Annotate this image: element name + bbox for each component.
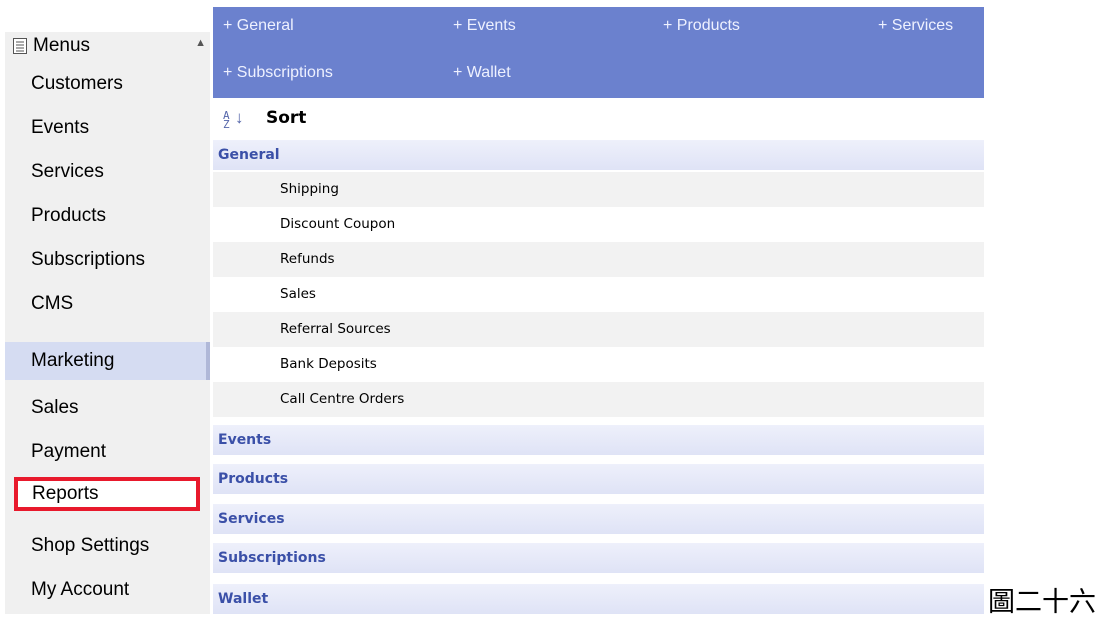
report-list-panel: AZ ↓ Sort General Shipping Discount Coup… [213,98,984,614]
menu-item-events[interactable]: Events [5,106,210,150]
report-label: Bank Deposits [280,356,377,372]
report-bank-deposits[interactable]: Bank Deposits [213,347,984,382]
nav-link-services[interactable]: + Services [878,17,953,35]
report-shipping[interactable]: Shipping [213,172,984,207]
nav-link-products[interactable]: + Products [663,17,740,35]
menu-item-services[interactable]: Services [5,150,210,194]
nav-link-general[interactable]: + General [223,17,294,35]
report-label: Shipping [280,181,339,197]
menu-item-label: Shop Settings [31,535,150,556]
figure-caption: 圖二十六 [988,587,1096,618]
menu-item-label: Subscriptions [31,249,146,270]
report-referral-sources[interactable]: Referral Sources [213,312,984,347]
nav-link-wallet[interactable]: + Wallet [453,64,511,82]
report-label: Call Centre Orders [280,391,405,407]
menu-item-label: My Account [31,579,130,600]
menu-item-label: Events [31,117,90,138]
category-events[interactable]: Events [213,425,984,455]
menu-item-label: Payment [31,441,106,462]
menu-item-label: Marketing [31,350,115,371]
menu-item-customers[interactable]: Customers [5,62,210,106]
menu-item-products[interactable]: Products [5,194,210,238]
menu-item-shop-settings[interactable]: Shop Settings [5,524,210,568]
menu-title: Menus [33,35,91,56]
sort-arrow-icon: ↓ [235,108,244,127]
menu-item-label: Products [31,205,106,226]
category-label: General [218,147,280,163]
menu-item-label: CMS [31,293,74,314]
menu-list-icon [13,38,27,54]
category-services[interactable]: Services [213,504,984,534]
category-label: Services [218,511,285,527]
category-label: Wallet [218,591,269,607]
report-label: Refunds [280,251,335,267]
category-general[interactable]: General [213,140,984,170]
collapse-up-icon[interactable]: ▲ [195,37,206,49]
report-label: Discount Coupon [280,216,396,232]
menu-item-cms[interactable]: CMS [5,282,210,326]
menu-item-label: Services [31,161,104,182]
report-refunds[interactable]: Refunds [213,242,984,277]
category-subscriptions[interactable]: Subscriptions [213,543,984,573]
menu-item-subscriptions[interactable]: Subscriptions [5,238,210,282]
menu-item-label: Customers [31,73,123,94]
sort-label: Sort [266,108,307,128]
nav-link-events[interactable]: + Events [453,17,516,35]
nav-link-subscriptions[interactable]: + Subscriptions [223,64,333,82]
report-label: Sales [280,286,316,302]
report-label: Referral Sources [280,321,391,337]
sidebar-menu: Menus ▲ Customers Events Services Produc… [0,0,212,614]
category-label: Products [218,471,289,487]
menu-item-label: Reports [32,483,99,504]
category-wallet[interactable]: Wallet [213,584,984,614]
menu-item-sales[interactable]: Sales [5,386,210,430]
category-label: Subscriptions [218,550,326,566]
report-discount-coupon[interactable]: Discount Coupon [213,207,984,242]
menu-item-marketing[interactable]: Marketing [5,342,210,380]
report-category-nav: + General + Events + Products + Services… [213,7,984,98]
category-products[interactable]: Products [213,464,984,494]
menu-item-reports[interactable]: Reports [5,474,210,518]
sort-ascending-icon: AZ [223,109,230,131]
category-label: Events [218,432,272,448]
menu-item-payment[interactable]: Payment [5,430,210,474]
sort-row[interactable]: AZ ↓ Sort [213,98,984,140]
menu-item-label: Sales [31,397,79,418]
menu-header[interactable]: Menus ▲ [5,32,210,62]
menu-list: Customers Events Services Products Subsc… [5,62,210,614]
report-call-centre-orders[interactable]: Call Centre Orders [213,382,984,417]
menu-item-my-account[interactable]: My Account [5,568,210,612]
report-sales[interactable]: Sales [213,277,984,312]
